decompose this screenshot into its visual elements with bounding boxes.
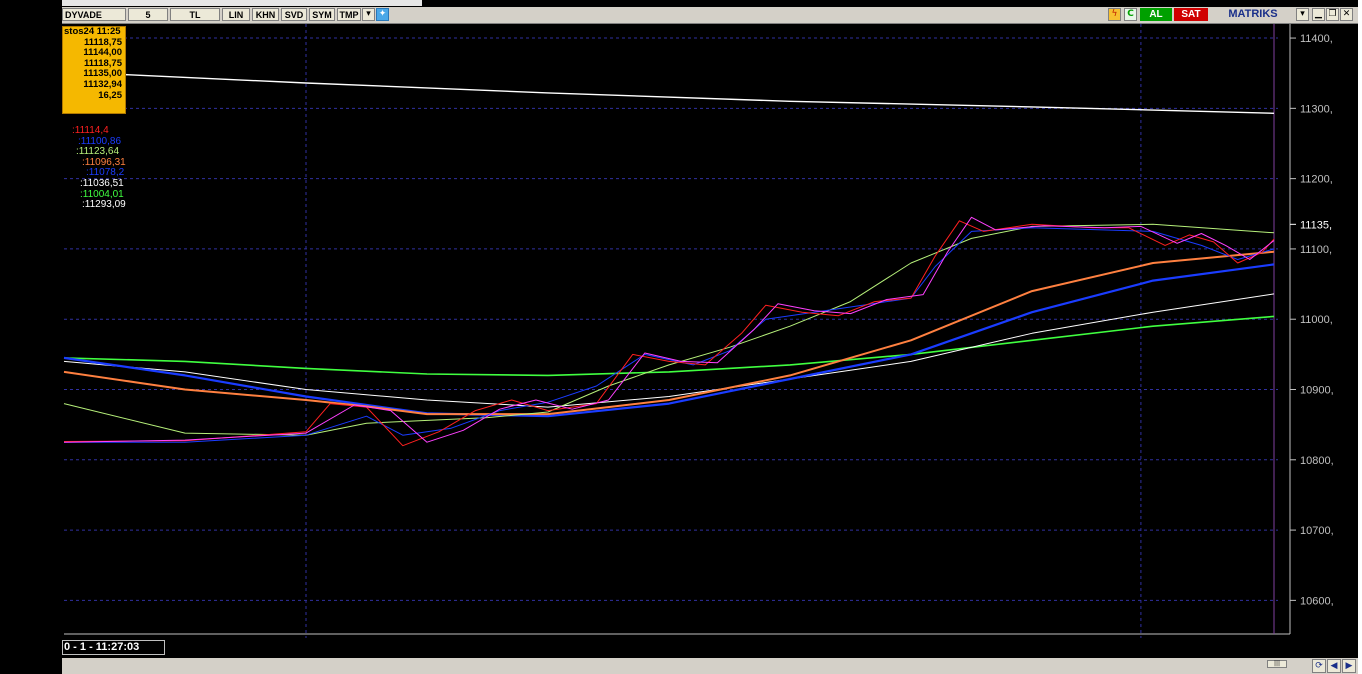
restore-icon[interactable]: ❐ [1326,8,1339,21]
chart-toolbar: DYVADE 5 TL LIN KHN SVD SYM TMP ▾ ✦ ϟ C … [62,7,1358,24]
ohlc-average: 11132,94 [83,79,122,90]
y-tick-label: 11300, [1300,103,1333,115]
window-title-strip [62,0,422,6]
sell-button[interactable]: SAT [1174,8,1208,21]
lightning-icon[interactable]: ϟ [1108,8,1121,21]
indicator-legend: :11114,4 :11100,86 :11123,64 :11096,31 :… [66,125,126,211]
dropdown-arrow-icon[interactable]: ▾ [362,8,375,21]
y-tick-label: 10600, [1300,595,1334,607]
series-line [63,315,1275,377]
horizontal-scrollbar[interactable]: ||| ⟳ ◀ ▶ [62,658,1358,674]
ohlc-close: 11135,00 [83,69,122,80]
lin-button[interactable]: LIN [222,8,250,21]
ohlc-low: 11118,75 [83,58,122,69]
y-tick-label: 10900, [1300,385,1334,397]
time-readout: 0 - 1 - 11:27:03 [62,640,165,655]
series-line [63,216,1275,443]
y-tick-label: 11200, [1300,174,1333,186]
series-line [64,227,1275,443]
time-axis-bar: 0 - 1 - 11:27:03 [62,638,1358,658]
currency-field[interactable]: TL [170,8,220,21]
last-price-label: 11135, [1300,219,1332,231]
legend-item: :11114,4 [72,125,109,136]
price-chart[interactable]: 11400, 11300, 11200, 11100, 11000, 10900, 1080… [62,24,1358,658]
buy-button[interactable]: AL [1140,8,1172,21]
legend-item: :11293,09 [82,199,126,211]
ohlc-info-box: stos24 11:25 11118,75 11144,00 11118,75 … [62,26,126,114]
series-line [63,71,1275,114]
scroll-right-icon[interactable]: ▶ [1342,659,1356,673]
dropdown-arrow-icon[interactable]: ▾ [1296,8,1309,21]
period-field[interactable]: 5 [128,8,168,21]
symbol-field[interactable]: DYVADE [62,8,126,21]
y-tick-label: 10800, [1300,455,1334,467]
legend-item: :11036,51 [80,177,124,189]
series-line [63,293,1275,408]
y-tick-label: 11000, [1300,314,1333,326]
ohlc-high: 11144,00 [83,48,122,59]
brand-logo: MATRIKS [1228,8,1278,20]
ohlc-volume: 16,25 [98,90,122,101]
minimize-icon[interactable]: ▁ [1312,8,1325,21]
close-icon[interactable]: ✕ [1340,8,1353,21]
refresh-icon[interactable]: C [1124,8,1137,21]
ohlc-open: 11118,75 [83,37,122,48]
ohlc-date: stos24 11:25 [64,27,121,37]
svd-button[interactable]: SVD [281,8,307,21]
y-tick-label: 11100, [1300,244,1332,256]
twitter-icon[interactable]: ✦ [376,8,389,21]
y-tick-label: 11400, [1300,33,1333,45]
series-line [63,263,1275,418]
scroll-thumb[interactable]: ||| [1267,660,1287,668]
sym-button[interactable]: SYM [309,8,335,21]
tmp-button[interactable]: TMP [337,8,361,21]
auto-scroll-icon[interactable]: ⟳ [1312,659,1326,673]
window-edge [1358,0,1362,674]
khn-button[interactable]: KHN [252,8,279,21]
y-tick-label: 10700, [1300,525,1334,537]
scroll-left-icon[interactable]: ◀ [1327,659,1341,673]
chart-area[interactable]: 11400, 11300, 11200, 11100, 11000, 10900, 1080… [62,24,1358,662]
